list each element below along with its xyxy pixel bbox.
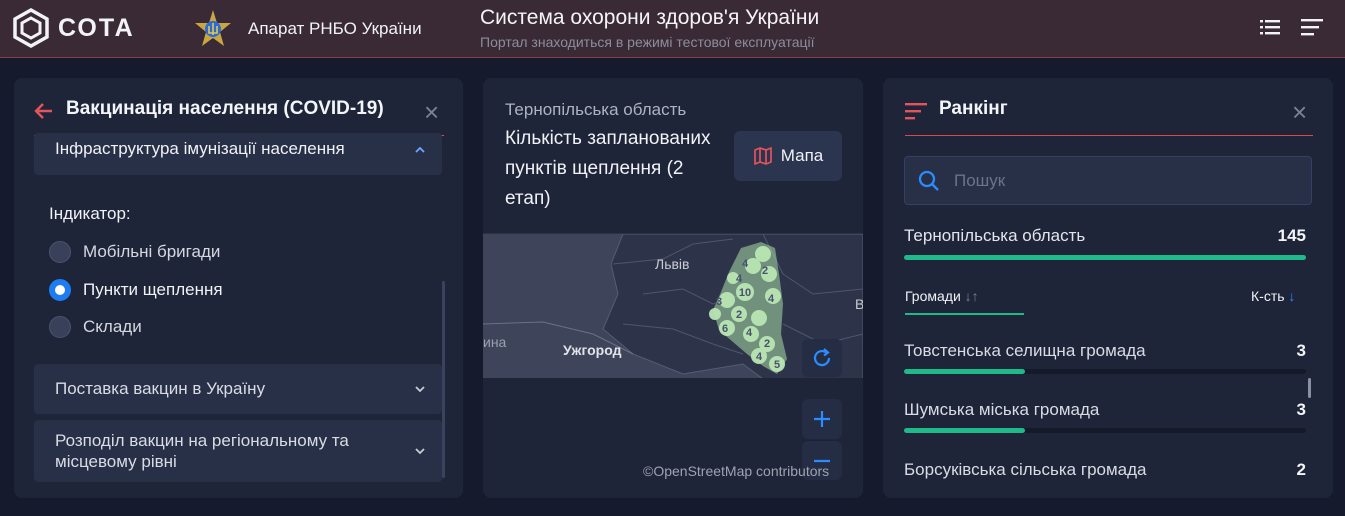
panel-header: Ранкінг xyxy=(905,98,1313,136)
cluster-label: 3 xyxy=(716,296,722,308)
radio-label: Склади xyxy=(83,317,142,336)
cluster-label: 4 xyxy=(768,293,775,305)
search-icon xyxy=(918,170,939,191)
sort-icon: ↓↑ xyxy=(964,288,979,304)
org-link[interactable]: Апарат РНБО України xyxy=(192,8,422,50)
close-icon[interactable]: × xyxy=(1292,99,1307,125)
progress-track xyxy=(904,428,1306,433)
close-icon[interactable]: × xyxy=(424,99,439,125)
chevron-up-icon xyxy=(415,146,425,153)
search-input[interactable] xyxy=(954,170,1294,191)
cluster-label: 5 xyxy=(774,359,780,371)
accordion-open-section[interactable]: Інфраструктура імунізації населення xyxy=(34,133,442,175)
panel-title: Ранкінг xyxy=(939,98,1008,119)
scrollbar[interactable] xyxy=(1308,378,1311,398)
radio-vaccination-points[interactable]: Пункти щеплення xyxy=(49,279,223,301)
page-subtitle: Портал знаходиться в режимі тестової екс… xyxy=(480,34,815,50)
cluster-label: 2 xyxy=(762,265,768,277)
accordion-label: Розподіл вакцин на регіональному та місц… xyxy=(55,431,349,471)
accordion-label: Поставка вакцин в Україну xyxy=(55,379,266,398)
accordion-label: Інфраструктура імунізації населення xyxy=(55,139,345,158)
radio-button[interactable] xyxy=(49,316,71,338)
radio-warehouses[interactable]: Склади xyxy=(49,316,142,338)
region-name: Тернопільська область xyxy=(904,226,1086,245)
accordion-vaccine-distribution[interactable]: Розподіл вакцин на регіональному та місц… xyxy=(34,420,442,482)
ranking-panel: Ранкінг × Тернопільська область 145 Гром… xyxy=(883,78,1333,498)
cluster-label: 4 xyxy=(756,351,763,363)
back-arrow-icon[interactable] xyxy=(34,101,54,121)
map-city-label: В xyxy=(855,296,863,312)
list-item[interactable]: Шумська міська громада 3 xyxy=(904,400,1306,420)
sort-communities-header[interactable]: Громади ↓↑ xyxy=(905,288,979,304)
column-label: Громади xyxy=(905,288,961,304)
refresh-map-button[interactable] xyxy=(802,339,842,377)
title-block: Система охорони здоров'я України Портал … xyxy=(480,6,819,50)
progress-fill xyxy=(904,369,1025,374)
community-name: Шумська міська громада xyxy=(904,400,1100,419)
map-country-label: ина xyxy=(483,334,507,350)
community-value: 2 xyxy=(1296,460,1306,479)
community-value: 3 xyxy=(1296,341,1306,360)
list-icon xyxy=(1260,20,1280,35)
cluster-label: 6 xyxy=(722,323,728,335)
zoom-in-button[interactable] xyxy=(802,399,842,439)
radio-button[interactable] xyxy=(49,241,71,263)
cluster-label: 4 xyxy=(746,327,753,339)
hexagon-logo-icon xyxy=(13,8,49,48)
community-name: Борсуківська сільська громада xyxy=(904,460,1147,479)
progress-fill xyxy=(904,428,1025,433)
column-label: К-сть xyxy=(1251,288,1285,304)
region-value: 145 xyxy=(1277,226,1306,245)
ranking-icon xyxy=(905,103,927,120)
indicator-label: Індикатор: xyxy=(49,204,131,223)
cluster-label: 4 xyxy=(742,258,749,270)
sort-count-header[interactable]: К-сть ↓ xyxy=(1251,288,1295,304)
map-city-label: Львів xyxy=(655,256,690,272)
top-header: СОТА Апарат РНБО України Система охорони… xyxy=(0,0,1345,58)
region-label: Тернопільська область xyxy=(505,100,687,119)
map-icon xyxy=(753,147,772,165)
menu-button[interactable] xyxy=(1300,16,1324,38)
map-panel: Тернопільська область Кількість запланов… xyxy=(483,78,863,498)
list-view-button[interactable] xyxy=(1258,16,1282,38)
menu-icon xyxy=(1301,19,1323,36)
region-bar xyxy=(904,255,1306,260)
progress-track xyxy=(904,369,1306,374)
page-title: Система охорони здоров'я України xyxy=(480,6,820,29)
cluster-label: 10 xyxy=(739,287,751,299)
map-city-label: Ужгород xyxy=(563,342,622,358)
region-total-row: Тернопільська область 145 xyxy=(904,226,1306,246)
emblem-icon xyxy=(195,10,231,46)
active-column-underline xyxy=(905,313,1024,315)
vaccination-panel: Вакцинація населення (COVID-19) × Інфрас… xyxy=(14,78,463,498)
indicator-title: Кількість запланованих пунктів щеплення … xyxy=(505,128,711,209)
refresh-icon xyxy=(813,348,831,367)
radio-button[interactable] xyxy=(49,279,71,301)
panel-header: Вакцинація населення (COVID-19) xyxy=(34,98,444,136)
list-item[interactable]: Товстенська селищна громада 3 xyxy=(904,341,1306,361)
cluster-label: 2 xyxy=(736,309,742,321)
cluster-label: 4 xyxy=(736,273,743,285)
radio-mobile-brigades[interactable]: Мобільні бригади xyxy=(49,241,220,263)
logo-text: СОТА xyxy=(58,13,135,42)
chevron-down-icon xyxy=(415,386,425,393)
panel-title: Вакцинація населення (COVID-19) xyxy=(66,98,384,119)
community-name: Товстенська селищна громада xyxy=(904,341,1146,360)
chevron-down-icon xyxy=(415,448,425,455)
cluster-label: 2 xyxy=(764,338,770,350)
map-button[interactable]: Мапа xyxy=(734,131,842,181)
search-field[interactable] xyxy=(904,156,1312,205)
accordion-vaccine-supply[interactable]: Поставка вакцин в Україну xyxy=(34,364,442,414)
org-label: Апарат РНБО України xyxy=(248,19,422,38)
radio-label: Пункти щеплення xyxy=(83,280,223,299)
radio-label: Мобільні бригади xyxy=(83,242,221,261)
scrollbar[interactable] xyxy=(442,281,445,478)
sort-desc-icon: ↓ xyxy=(1288,288,1296,304)
cota-logo[interactable]: СОТА xyxy=(12,8,135,48)
list-item[interactable]: Борсуківська сільська громада 2 xyxy=(904,460,1306,480)
map-button-label: Мапа xyxy=(780,146,824,165)
plus-icon xyxy=(814,411,830,427)
map-attribution[interactable]: ©OpenStreetMap contributors xyxy=(643,463,829,479)
community-value: 3 xyxy=(1296,400,1306,419)
